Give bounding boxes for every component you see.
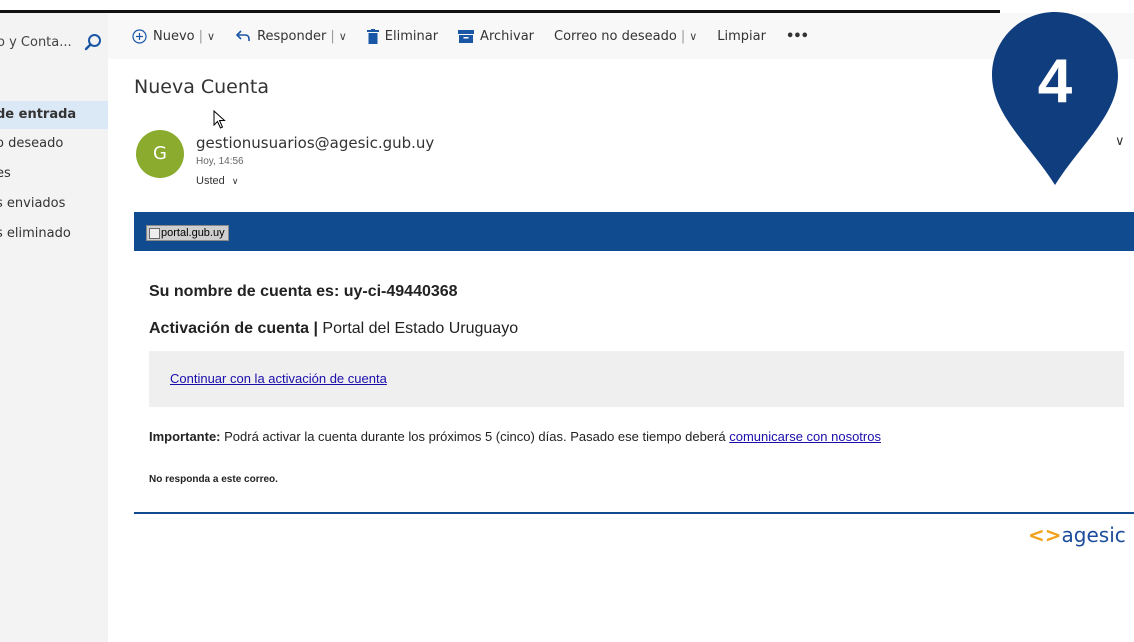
important-label: Importante: — [149, 429, 221, 444]
received-time: Hoy, 14:56 — [196, 156, 244, 167]
important-text: Podrá activar la cuenta durante los próx… — [220, 429, 730, 444]
search-box[interactable]: o y Conta... — [0, 25, 108, 59]
broken-image-icon: portal.gub.uy — [146, 225, 229, 241]
more-icon: ••• — [785, 28, 809, 44]
more-actions-button[interactable]: ••• — [785, 28, 809, 44]
agesic-logo: <>agesic — [1028, 523, 1126, 547]
email-subject: Nueva Cuenta — [134, 76, 270, 98]
sweep-button[interactable]: Limpiar — [717, 29, 766, 44]
archive-button[interactable]: Archivar — [458, 29, 534, 44]
reply-icon — [235, 30, 250, 41]
search-input[interactable]: o y Conta... — [0, 35, 72, 50]
step-number: 4 — [1038, 47, 1073, 116]
archive-icon — [458, 29, 475, 43]
sender-avatar[interactable]: G — [136, 130, 184, 178]
junk-button[interactable]: Correo no deseado | ∨ — [554, 29, 697, 44]
folder-sent[interactable]: s enviados — [0, 189, 108, 219]
reply-label: Responder — [257, 28, 327, 44]
recipient-label: Usted — [196, 175, 225, 187]
sweep-label: Limpiar — [717, 28, 766, 44]
important-notice: Importante: Podrá activar la cuenta dura… — [149, 429, 881, 444]
footer-divider — [134, 512, 1134, 514]
no-reply-notice: No responda a este correo. — [149, 474, 278, 485]
contact-us-link[interactable]: comunicarse con nosotros — [729, 429, 881, 444]
reply-button[interactable]: Responder | ∨ — [235, 29, 347, 44]
plus-circle-icon — [132, 28, 147, 44]
portal-name: Portal del Estado Uruguayo — [317, 320, 519, 337]
activation-heading: Activación de cuenta | Portal del Estado… — [149, 320, 518, 338]
activation-link-box: Continuar con la activación de cuenta — [149, 351, 1124, 407]
folder-list: de entrada o deseado es s enviados s eli… — [0, 101, 108, 249]
command-toolbar: Nuevo | ∨ Responder | ∨ Eliminar Archiva… — [108, 13, 1134, 59]
folder-junk[interactable]: o deseado — [0, 129, 108, 159]
trash-icon — [366, 28, 379, 44]
activation-title: Activación de cuenta | — [149, 320, 318, 337]
account-name-heading: Su nombre de cuenta es: uy-ci-49440368 — [149, 283, 458, 300]
folder-inbox[interactable]: de entrada — [0, 101, 108, 129]
portal-banner — [134, 212, 1134, 251]
search-icon[interactable] — [84, 33, 102, 51]
new-label: Nuevo — [153, 28, 195, 44]
recipient-field[interactable]: Usted ∨ — [196, 175, 238, 187]
mouse-cursor-icon — [213, 110, 226, 129]
folder-drafts[interactable]: es — [0, 159, 108, 189]
logo-brackets: <> — [1028, 523, 1062, 547]
top-edge — [0, 0, 1134, 13]
separator: | — [680, 28, 686, 44]
archive-label: Archivar — [480, 28, 535, 44]
new-button[interactable]: Nuevo | ∨ — [132, 29, 215, 44]
delete-button[interactable]: Eliminar — [366, 28, 439, 44]
junk-label: Correo no deseado — [554, 28, 677, 44]
delete-label: Eliminar — [384, 28, 439, 44]
expand-recipients-icon[interactable]: ∨ — [232, 176, 239, 186]
step-marker: 4 — [992, 12, 1118, 185]
folder-sidebar: o y Conta... de entrada o deseado es s e… — [0, 13, 108, 642]
folder-deleted[interactable]: s eliminado — [0, 219, 108, 249]
continue-activation-link[interactable]: Continuar con la activación de cuenta — [170, 371, 387, 386]
chevron-down-icon[interactable]: ∨ — [689, 30, 697, 43]
logo-text: agesic — [1061, 523, 1126, 547]
chevron-down-icon[interactable]: ∨ — [339, 30, 347, 43]
chevron-down-icon[interactable]: ∨ — [207, 30, 215, 43]
sender-address[interactable]: gestionusuarios@agesic.gub.uy — [196, 134, 434, 152]
separator: | — [330, 28, 335, 44]
separator: | — [198, 28, 203, 44]
